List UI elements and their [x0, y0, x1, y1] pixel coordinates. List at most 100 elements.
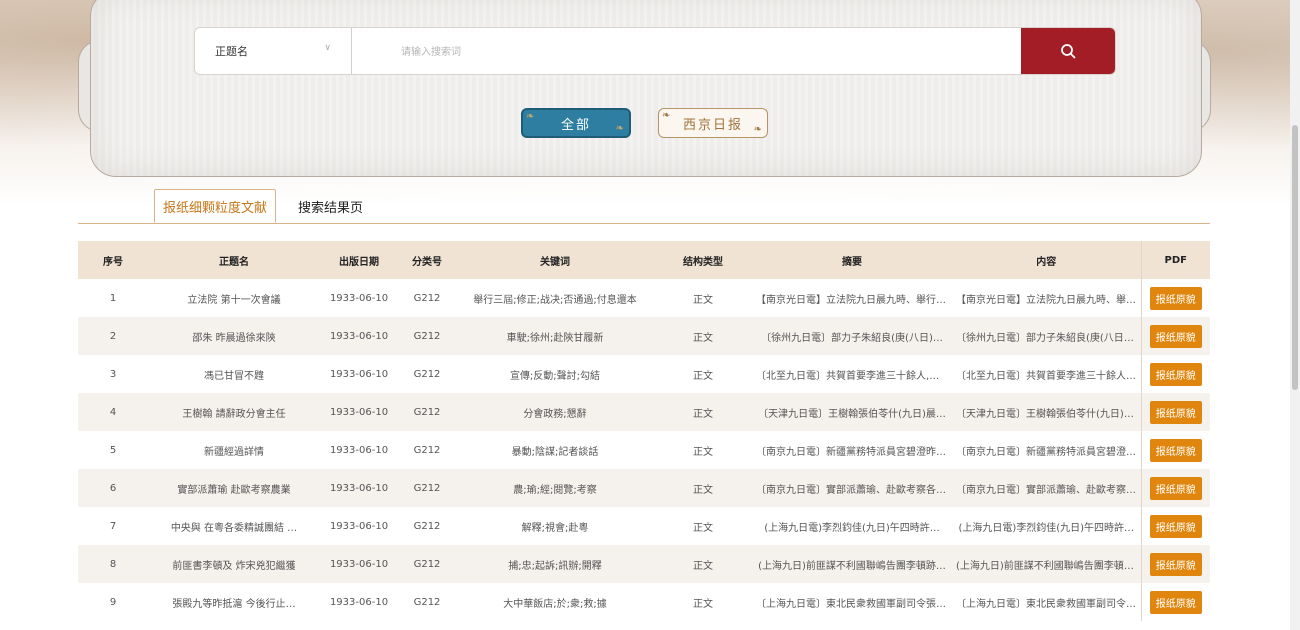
cell-content: 〔北至九日電〕共賀首要李進三十餘人,據… [956, 370, 1141, 382]
view-original-pdf-button[interactable]: 报纸原貌 [1149, 286, 1202, 310]
cell-no: 4 [78, 393, 148, 431]
cell-type: 正文 [693, 370, 713, 382]
cell-class: G212 [413, 444, 441, 456]
cell-keywords: 暴動;陰謀;記者談話 [511, 446, 599, 458]
column-header-no[interactable]: 序号 [78, 241, 148, 279]
table-row[interactable]: 9 張殿九等昨抵滬 今後行止… 1933-06-10 G212 大中華飯店;於;衆;救;… [78, 583, 1210, 621]
cell-class: G212 [413, 292, 441, 304]
cell-content: 【南京光日電】立法院九日晨九時、舉行三… [956, 294, 1141, 306]
cell-no: 2 [78, 317, 148, 355]
cell-content: 〔南京九日電〕新疆黨務特派員宮碧澄昨啟… [956, 446, 1141, 458]
cell-keywords: 車駛;徐州;赴陝甘履新 [456, 317, 654, 355]
column-header-content[interactable]: 内容 [952, 241, 1141, 279]
view-original-pdf-button[interactable]: 报纸原貌 [1149, 438, 1202, 462]
cell-title[interactable]: 中央與 在粵各委精誠團結 … [148, 507, 320, 545]
cell-summary: 〔上海九日電〕東北民衆救國軍副司令張殿… [756, 598, 952, 610]
cell-pdf: 报纸原貌 [1140, 545, 1210, 583]
cell-title[interactable]: 邵朱 昨晨過徐來陝 [148, 317, 320, 355]
column-header-class[interactable]: 分类号 [398, 241, 456, 279]
cell-date: 1933-06-10 [329, 596, 389, 608]
cell-no: 7 [109, 520, 117, 532]
cell-pdf: 报纸原貌 [1140, 317, 1210, 355]
corner-ornament-icon: ❧ [662, 110, 673, 121]
view-original-pdf-button[interactable]: 报纸原貌 [1149, 362, 1202, 386]
page-scrollbar[interactable] [1290, 0, 1300, 630]
result-tabs: 报纸细颗粒度文献 搜索结果页 [78, 187, 1210, 224]
tab-search-results[interactable]: 搜索结果页 [290, 189, 371, 223]
view-original-pdf-button[interactable]: 报纸原貌 [1149, 400, 1202, 424]
column-header-pdf[interactable]: PDF [1140, 241, 1210, 279]
cell-title[interactable]: 王樹翰 請辭政分會主任 [148, 393, 320, 431]
cell-class: G212 [413, 368, 441, 380]
cell-keywords: 宣傳;反動;聲討;勾結 [509, 370, 601, 382]
view-original-pdf-button[interactable]: 报纸原貌 [1149, 590, 1202, 614]
filter-all-button[interactable]: ❧ ❧ 全部 [521, 108, 631, 138]
cell-pdf: 报纸原貌 [1140, 507, 1210, 545]
cell-pdf: 报纸原貌 [1140, 355, 1210, 393]
cell-type: 正文 [693, 294, 713, 306]
cell-date: 1933-06-10 [329, 444, 389, 456]
cell-title[interactable]: 前匪書李頓及 炸宋兇犯繼獲 [148, 545, 320, 583]
cell-title[interactable]: 立法院 第十一次會議 [148, 279, 320, 317]
filter-all-label: 全部 [560, 117, 591, 133]
view-original-pdf-button[interactable]: 报纸原貌 [1149, 476, 1202, 500]
table-row[interactable]: 5 新疆經過詳情 1933-06-10 G212 暴動;陰謀;記者談話 正文 〔南京九日電〕… [78, 431, 1210, 469]
cell-class: G212 [398, 393, 456, 431]
filter-xijing-daily-label: 西京日报 [682, 117, 743, 133]
view-original-pdf-button[interactable]: 报纸原貌 [1149, 552, 1202, 576]
corner-ornament-icon: ❧ [526, 111, 537, 122]
cell-pdf: 报纸原貌 [1140, 431, 1210, 469]
cell-keywords: 解釋;視會;赴粵 [521, 522, 589, 534]
table-row[interactable]: 8 前匪書李頓及 炸宋兇犯繼獲 1933-06-10 G212 捕;忠;起訴;訊辦;開釋… [78, 545, 1210, 583]
table-row[interactable]: 3 馮已甘冒不韙 1933-06-10 G212 宣傳;反動;聲討;勾結 正文 〔北至九日電… [78, 355, 1210, 393]
view-original-pdf-button[interactable]: 报纸原貌 [1149, 324, 1202, 348]
search-field-label: 正题名 [215, 45, 248, 58]
column-header-title[interactable]: 正题名 [148, 241, 320, 279]
tab-newspaper-documents[interactable]: 报纸细颗粒度文献 [154, 189, 277, 223]
cell-type: 正文 [654, 545, 752, 583]
cell-date: 1933-06-10 [320, 317, 398, 355]
cell-title[interactable]: 張殿九等昨抵滬 今後行止… [148, 583, 320, 621]
cell-keywords: 舉行三屆;修正;战决;否通過;付息還本 [473, 294, 637, 306]
cell-no: 8 [78, 545, 148, 583]
cell-type: 正文 [654, 469, 752, 507]
column-header-summary[interactable]: 摘要 [752, 241, 952, 279]
search-field-select[interactable]: 正题名 ∨ [195, 28, 352, 74]
view-original-pdf-button[interactable]: 报纸原貌 [1149, 514, 1202, 538]
table-row[interactable]: 2 邵朱 昨晨過徐來陝 1933-06-10 G212 車駛;徐州;赴陝甘履新 正文 〔徐州… [78, 317, 1210, 355]
table-row[interactable]: 6 實部派蕭瑜 赴歐考察農業 1933-06-10 G212 農;瑜;經;閱覽;考察 正文… [78, 469, 1210, 507]
filter-xijing-daily-button[interactable]: ❧ ❧ 西京日报 [658, 108, 768, 138]
cell-summary: 〔徐州九日電〕部力子朱紹良(庚(八日)… [752, 317, 952, 355]
cell-title[interactable]: 實部派蕭瑜 赴歐考察農業 [148, 469, 320, 507]
cell-no: 3 [109, 368, 117, 380]
cell-pdf: 报纸原貌 [1140, 583, 1210, 621]
cell-type: 正文 [654, 317, 752, 355]
column-header-type[interactable]: 结构类型 [654, 241, 752, 279]
cell-summary: 〔天津九日電〕王樹翰張伯苓什(九日)晨… [752, 393, 952, 431]
cell-title[interactable]: 馮已甘冒不韙 [148, 355, 320, 393]
cell-type: 正文 [693, 522, 713, 534]
cell-keywords: 分會政務;懇辭 [456, 393, 654, 431]
table-row[interactable]: 7 中央與 在粵各委精誠團結 … 1933-06-10 G212 解釋;視會;赴粵 正文 (… [78, 507, 1210, 545]
cell-date: 1933-06-10 [320, 393, 398, 431]
scrollbar-thumb[interactable] [1292, 125, 1298, 390]
column-header-date[interactable]: 出版日期 [320, 241, 398, 279]
cell-class: G212 [413, 596, 441, 608]
search-icon [1061, 44, 1076, 59]
column-header-keywords[interactable]: 关键词 [456, 241, 654, 279]
search-input[interactable] [399, 41, 1003, 63]
table-row[interactable]: 1 立法院 第十一次會議 1933-06-10 G212 舉行三屆;修正;战决;否通過;… [78, 279, 1210, 317]
cell-date: 1933-06-10 [320, 469, 398, 507]
cell-summary: 〔南京九日電〕新疆黨務特派員宮碧澄昨啟… [756, 446, 952, 458]
cell-type: 正文 [654, 393, 752, 431]
chevron-down-icon: ∨ [324, 43, 331, 53]
cell-title[interactable]: 新疆經過詳情 [148, 431, 320, 469]
cell-summary: (上海九日電)李烈鈞佳(九日)午四時許… [764, 522, 940, 534]
cell-class: G212 [413, 520, 441, 532]
table-row[interactable]: 4 王樹翰 請辭政分會主任 1933-06-10 G212 分會政務;懇辭 正文 〔天津九日… [78, 393, 1210, 431]
cell-content: (上海九日電)李烈鈞佳(九日)午四時許… [958, 522, 1135, 534]
search-button[interactable] [1021, 28, 1115, 74]
cell-content: 〔徐州九日電〕部力子朱紹良(庚(八日)… [952, 317, 1141, 355]
cell-keywords: 捕;忠;起訴;訊辦;開釋 [456, 545, 654, 583]
cell-class: G212 [398, 545, 456, 583]
